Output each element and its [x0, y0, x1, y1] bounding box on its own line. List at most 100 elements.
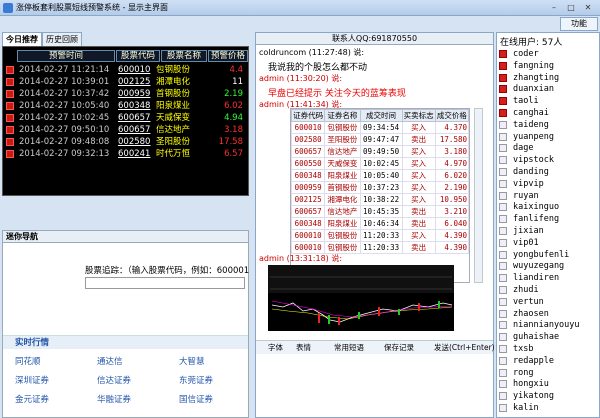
broker-link[interactable]: 深圳证券: [15, 374, 49, 386]
alert-code[interactable]: 600010: [118, 65, 150, 76]
trade-cell: 09:49:50: [359, 145, 403, 158]
send-button[interactable]: 发送(Ctrl+Enter): [434, 341, 495, 355]
user-name: zhaosen: [513, 308, 549, 319]
user-item[interactable]: jixian: [499, 226, 597, 237]
user-item[interactable]: hongxiu: [499, 379, 597, 390]
user-item[interactable]: zhaosen: [499, 309, 597, 320]
user-name: taoli: [513, 96, 539, 107]
alert-row[interactable]: 2014-02-27 09:50:10 600657 信达地产 3.18: [3, 125, 248, 136]
alert-code[interactable]: 600657: [118, 125, 150, 136]
maximize-icon[interactable]: □: [565, 2, 577, 13]
track-input[interactable]: [85, 277, 245, 289]
alert-code[interactable]: 002580: [118, 137, 150, 148]
alert-price: 6.02: [224, 101, 243, 111]
user-item[interactable]: txsb: [499, 344, 597, 355]
user-item[interactable]: vipvip: [499, 179, 597, 190]
user-item[interactable]: yongbufenli: [499, 250, 597, 261]
alert-time: 2014-02-27 10:02:45: [19, 113, 110, 123]
trade-cell: 600657: [291, 145, 326, 158]
user-item[interactable]: yuanpeng: [499, 132, 597, 143]
tab-history[interactable]: 历史回顾: [42, 32, 82, 46]
alert-row[interactable]: 2014-02-27 10:02:45 600657 天威保变 4.94: [3, 113, 248, 124]
alert-row[interactable]: 2014-02-27 10:39:01 002125 湘潭电化 11: [3, 77, 248, 88]
tab-today[interactable]: 今日推荐: [2, 32, 42, 46]
broker-link[interactable]: 东莞证券: [179, 374, 213, 386]
alert-icon: [6, 78, 14, 86]
trade-cell: 17.580: [434, 133, 469, 146]
user-item[interactable]: vip01: [499, 238, 597, 249]
table-scrollbar[interactable]: [474, 108, 483, 283]
phrase-button[interactable]: 常用短语: [334, 341, 364, 355]
trade-cell: 4.970: [434, 157, 469, 170]
user-item[interactable]: taoli: [499, 96, 597, 107]
alert-row[interactable]: 2014-02-27 09:32:13 600241 时代万恒 6.57: [3, 149, 248, 160]
user-name: fangning: [513, 60, 554, 71]
user-icon: [499, 203, 507, 212]
user-item[interactable]: vertun: [499, 297, 597, 308]
minimize-icon[interactable]: –: [548, 2, 560, 13]
user-item[interactable]: liandiren: [499, 273, 597, 284]
user-item[interactable]: coder: [499, 49, 597, 60]
alert-code[interactable]: 600348: [118, 101, 150, 112]
emoji-button[interactable]: 表情: [296, 341, 311, 355]
user-name: duanxian: [513, 84, 554, 95]
broker-link[interactable]: 同花顺: [15, 355, 41, 367]
alert-price: 3.18: [224, 125, 243, 135]
user-item[interactable]: danding: [499, 167, 597, 178]
trade-cell: 10:05:40: [359, 169, 403, 182]
broker-link[interactable]: 大智慧: [179, 355, 205, 367]
user-icon: [499, 380, 507, 389]
user-icon: [499, 156, 507, 165]
trade-cell: 买入: [401, 121, 436, 134]
function-button[interactable]: 功能: [560, 17, 598, 31]
user-item[interactable]: dage: [499, 143, 597, 154]
alert-price: 4.4: [229, 65, 243, 75]
user-item[interactable]: redapple: [499, 356, 597, 367]
alert-code[interactable]: 600241: [118, 149, 150, 160]
alert-row[interactable]: 2014-02-27 09:48:08 002580 圣阳股份 17.58: [3, 137, 248, 148]
alert-code[interactable]: 002125: [118, 77, 150, 88]
user-icon: [499, 238, 507, 247]
broker-link[interactable]: 金元证券: [15, 393, 49, 405]
alert-row[interactable]: 2014-02-27 11:21:14 600010 包钢股份 4.4: [3, 65, 248, 76]
user-item[interactable]: vipstock: [499, 155, 597, 166]
user-item[interactable]: taideng: [499, 120, 597, 131]
trade-cell: 首钢股份: [324, 181, 361, 194]
user-item[interactable]: kalin: [499, 403, 597, 414]
alert-time: 2014-02-27 09:50:10: [19, 125, 110, 135]
broker-link[interactable]: 信达证券: [97, 374, 131, 386]
alert-code[interactable]: 000959: [118, 89, 150, 100]
header-time: 预警时间: [17, 50, 115, 62]
font-button[interactable]: 字体: [268, 341, 283, 355]
broker-link[interactable]: 通达信: [97, 355, 123, 367]
alert-row[interactable]: 2014-02-27 10:05:40 600348 阳泉煤业 6.02: [3, 101, 248, 112]
user-item[interactable]: niannianyouyu: [499, 320, 597, 331]
user-item[interactable]: zhudi: [499, 285, 597, 296]
user-item[interactable]: kaixinguo: [499, 202, 597, 213]
save-record-button[interactable]: 保存记录: [384, 341, 414, 355]
trade-cell: 阳泉煤业: [324, 217, 361, 230]
online-count: 在线用户: 57人: [500, 38, 563, 48]
msg-meta: coldruncom (11:27:48) 说:: [259, 48, 365, 57]
trade-cell: 湘潭电化: [324, 193, 361, 206]
user-item[interactable]: ruyan: [499, 191, 597, 202]
user-item[interactable]: fangning: [499, 61, 597, 72]
user-item[interactable]: guhaishae: [499, 332, 597, 343]
broker-link[interactable]: 华融证券: [97, 393, 131, 405]
alert-code[interactable]: 600657: [118, 113, 150, 124]
trade-cell: 信达地产: [324, 145, 361, 158]
user-item[interactable]: duanxian: [499, 84, 597, 95]
user-name: zhudi: [513, 285, 539, 295]
user-item[interactable]: canghai: [499, 108, 597, 119]
table-row: 600348 阳泉煤业 10:05:40 买入 6.020: [291, 169, 469, 182]
user-item[interactable]: rong: [499, 368, 597, 379]
trade-cell: 000959: [291, 181, 326, 194]
user-item[interactable]: wuyuzegang: [499, 261, 597, 272]
user-item[interactable]: yikatong: [499, 391, 597, 402]
user-item[interactable]: fanlifeng: [499, 214, 597, 225]
message-input[interactable]: [256, 355, 493, 417]
broker-link[interactable]: 国信证券: [179, 393, 213, 405]
close-icon[interactable]: ✕: [582, 2, 594, 13]
user-item[interactable]: zhangting: [499, 73, 597, 84]
alert-row[interactable]: 2014-02-27 10:37:42 000959 首钢股份 2.19: [3, 89, 248, 100]
